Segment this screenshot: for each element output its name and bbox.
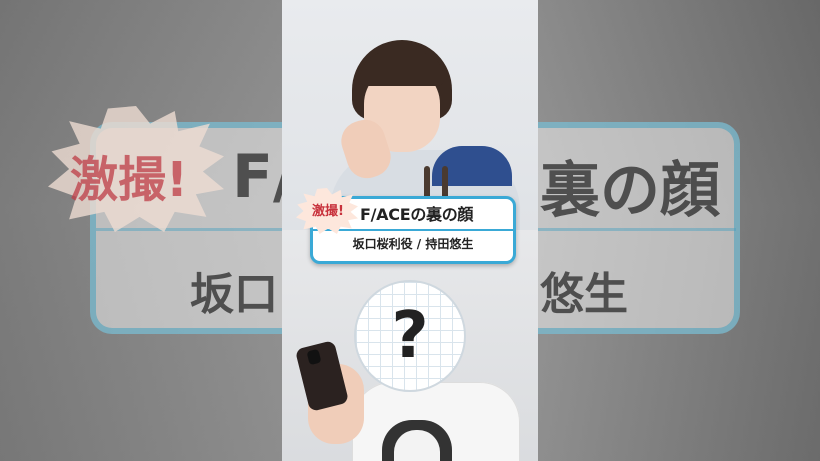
banner-subtitle: 坂口桜利役 / 持田悠生: [352, 237, 474, 251]
title-banner: 激撮! F/ACEの裏の顔 坂口桜利役 / 持田悠生: [296, 188, 516, 264]
background-subtitle-left: 坂口: [190, 269, 278, 320]
background-subtitle-right: 悠生: [540, 269, 628, 320]
banner-title: F/ACEの裏の顔: [360, 205, 474, 224]
mystery-face-circle: ?: [354, 280, 466, 392]
title-banner-divider: [313, 229, 513, 231]
video-frame: 激撮! F/ 裏の顔 坂口 悠生 激撮! F/ACEの裏の顔 坂口桜利役 / 持…: [0, 0, 820, 461]
question-mark-icon: ?: [391, 299, 429, 373]
hair-fringe: [360, 52, 444, 86]
background-badge-text: 激撮!: [70, 152, 188, 208]
background-title-right: 裏の顔: [540, 156, 720, 226]
burst-badge-text: 激撮!: [312, 204, 344, 219]
